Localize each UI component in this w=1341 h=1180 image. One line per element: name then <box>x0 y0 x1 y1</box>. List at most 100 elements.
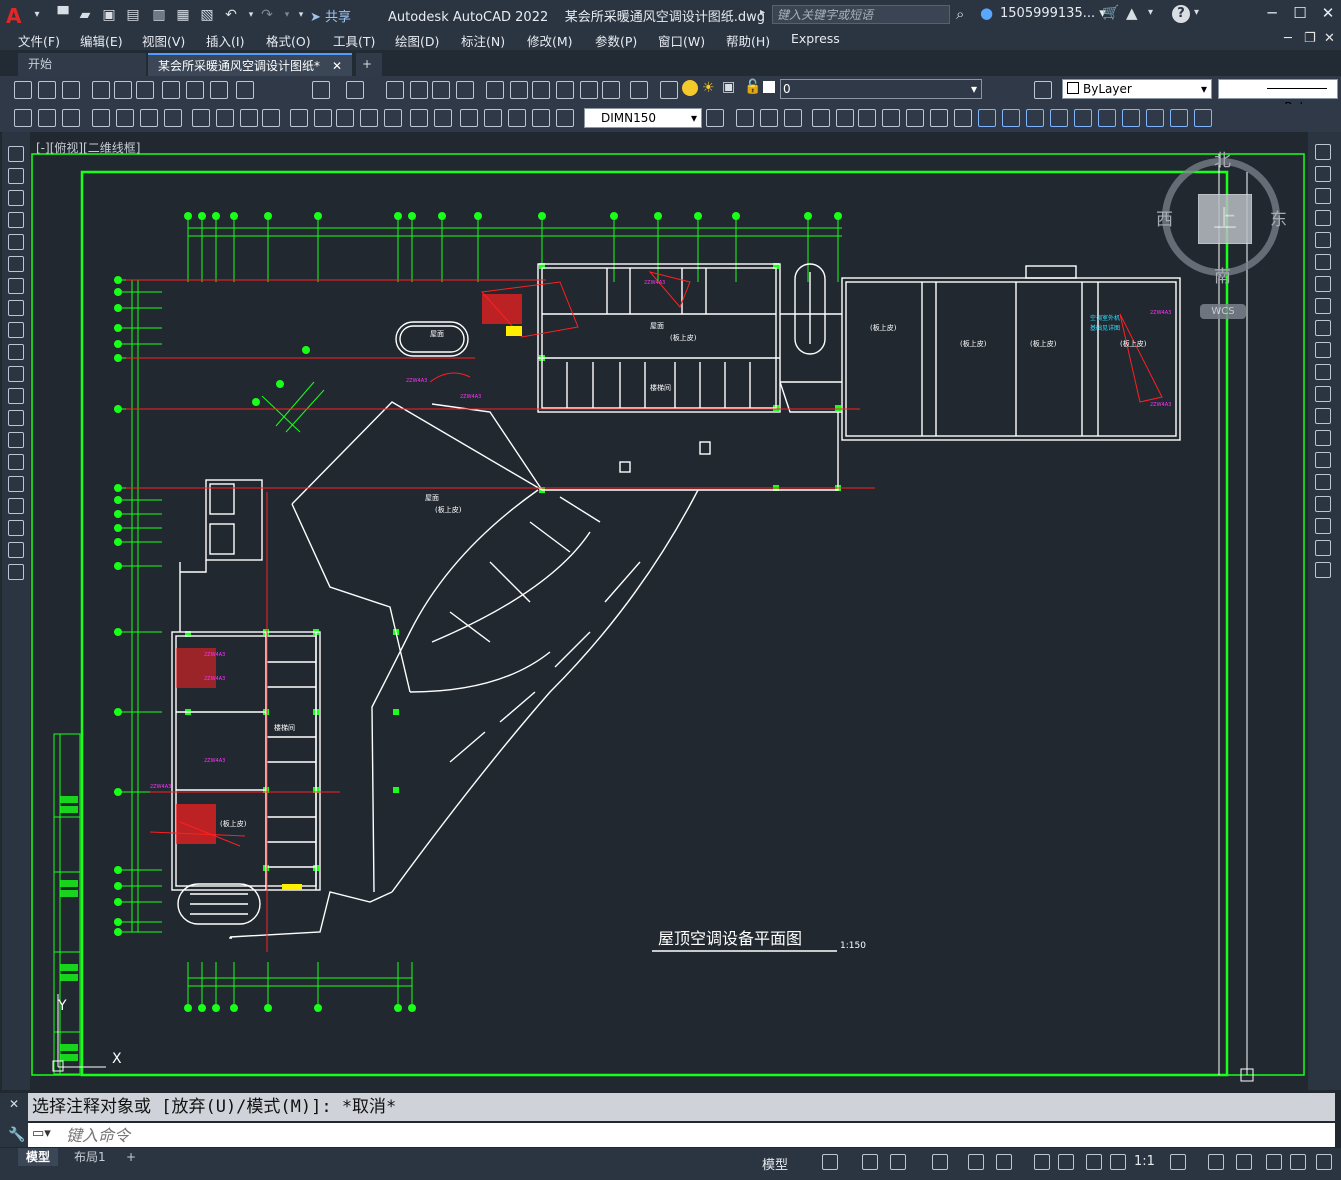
region-icon[interactable] <box>8 498 24 514</box>
array-icon[interactable] <box>736 109 754 127</box>
autodesk-app-dropdown-icon[interactable]: ▾ <box>1148 7 1153 18</box>
dim-jogged-icon[interactable] <box>140 109 158 127</box>
tab-model[interactable]: 模型 <box>18 1148 59 1166</box>
calculator-icon[interactable] <box>602 81 620 99</box>
viewcube-south[interactable]: 南 <box>1214 262 1231 287</box>
annotation-visibility-icon[interactable] <box>1110 1154 1126 1170</box>
open-file-icon[interactable]: ▰ <box>76 6 94 24</box>
menu-window[interactable]: 窗口(W) <box>658 31 705 50</box>
tab-layout1[interactable]: 布局1 <box>66 1148 114 1166</box>
menu-draw[interactable]: 绘图(D) <box>395 31 439 50</box>
offset-icon[interactable] <box>1315 210 1331 226</box>
mirror-icon[interactable] <box>556 109 574 127</box>
fillet-icon[interactable] <box>1315 474 1331 490</box>
lineweight-icon[interactable] <box>1058 1154 1074 1170</box>
dim-text-edit-icon[interactable] <box>460 109 478 127</box>
viewport-controls-label[interactable]: [-][俯视][二维线框] <box>36 139 140 156</box>
menu-view[interactable]: 视图(V) <box>142 31 185 50</box>
blend-curves-icon[interactable] <box>1315 496 1331 512</box>
cart-icon[interactable]: 🛒 <box>1102 5 1119 21</box>
command-input[interactable] <box>66 1123 1266 1147</box>
dim-ordinate-icon[interactable] <box>1194 109 1212 127</box>
menu-file[interactable]: 文件(F) <box>18 31 60 50</box>
app-menu-chevron-icon[interactable]: ▾ <box>28 6 46 24</box>
autocad-logo-icon[interactable]: A <box>6 4 28 28</box>
arc-icon[interactable] <box>8 256 24 272</box>
close-button[interactable]: ✕ <box>1316 4 1340 26</box>
make-block-icon[interactable] <box>8 410 24 426</box>
offset-icon[interactable] <box>706 109 724 127</box>
dim-ordinate-icon[interactable] <box>92 109 110 127</box>
scale-icon[interactable] <box>812 109 830 127</box>
revision-cloud-icon[interactable] <box>8 300 24 316</box>
dim-radius-icon[interactable] <box>116 109 134 127</box>
model-space-button[interactable]: 模型 <box>762 1154 788 1173</box>
tab-close-icon[interactable]: ✕ <box>332 55 342 77</box>
trim-icon[interactable] <box>1315 342 1331 358</box>
dim-diameter-icon[interactable] <box>164 109 182 127</box>
menu-parametric[interactable]: 参数(P) <box>595 31 637 50</box>
layer-lock-icon[interactable]: ▣ <box>722 79 735 95</box>
viewcube-east[interactable]: 东 <box>1270 205 1287 230</box>
dim-break-icon[interactable] <box>314 109 332 127</box>
group-icon[interactable] <box>1026 109 1044 127</box>
block-icon[interactable] <box>1074 109 1092 127</box>
redo-icon[interactable]: ↷ <box>258 6 276 24</box>
move-icon[interactable] <box>1315 254 1331 270</box>
properties-icon[interactable] <box>486 81 504 99</box>
help-icon[interactable] <box>630 81 648 99</box>
edit-polyline-icon[interactable] <box>1315 540 1331 556</box>
viewcube-top-face[interactable]: 上 <box>1198 194 1252 244</box>
add-selected-icon[interactable] <box>8 564 24 580</box>
lock-ui-icon[interactable] <box>1316 1154 1332 1170</box>
dimstyle-manager-icon[interactable] <box>508 109 526 127</box>
copy-icon[interactable] <box>532 109 550 127</box>
customize-qat-icon[interactable]: ▾ <box>292 6 310 24</box>
tab-start[interactable]: 开始 <box>18 53 146 76</box>
dimstyle-dropdown[interactable]: DIMN150 ▾ <box>584 108 702 128</box>
rotate-icon[interactable] <box>1315 276 1331 292</box>
table-icon[interactable] <box>8 520 24 536</box>
dim-angular-icon[interactable] <box>192 109 210 127</box>
viewcube-north[interactable]: 北 <box>1214 146 1231 171</box>
join-icon[interactable] <box>930 109 948 127</box>
menu-insert[interactable]: 插入(I) <box>206 31 244 50</box>
menu-help[interactable]: 帮助(H) <box>726 31 770 50</box>
command-customize-wrench-icon[interactable]: 🔧 <box>8 1127 25 1143</box>
units-icon[interactable] <box>1266 1154 1282 1170</box>
ellipse-icon[interactable] <box>8 344 24 360</box>
inspect-icon[interactable] <box>384 109 402 127</box>
menu-express[interactable]: Express <box>791 31 840 46</box>
tolerance-icon[interactable] <box>336 109 354 127</box>
doc-close-icon[interactable]: ✕ <box>1324 31 1335 46</box>
search-expand-icon[interactable]: ▸ <box>760 7 765 18</box>
open-icon[interactable] <box>38 81 56 99</box>
auto-scale-icon[interactable] <box>1170 1154 1186 1170</box>
text-icon[interactable] <box>8 542 24 558</box>
grid-display-icon[interactable] <box>822 1154 838 1170</box>
scale-icon[interactable] <box>1315 298 1331 314</box>
redo-icon[interactable] <box>346 81 364 99</box>
pan-icon[interactable] <box>386 81 404 99</box>
gradient-icon[interactable] <box>8 476 24 492</box>
chamfer-icon[interactable] <box>1315 452 1331 468</box>
undo-icon[interactable]: ↶ <box>222 6 240 24</box>
help-dropdown-icon[interactable]: ▾ <box>1194 7 1199 18</box>
dim-aligned-icon[interactable] <box>1146 109 1164 127</box>
match-properties-icon[interactable] <box>236 81 254 99</box>
publish-icon[interactable] <box>136 81 154 99</box>
array-icon[interactable] <box>1315 232 1331 248</box>
ellipse-arc-icon[interactable] <box>8 366 24 382</box>
dim-linear-icon[interactable] <box>1122 109 1140 127</box>
extend-icon[interactable] <box>882 109 900 127</box>
doc-minimize-icon[interactable]: ─ <box>1284 31 1292 46</box>
tab-add-layout[interactable]: + <box>118 1148 144 1166</box>
dim-continue-icon[interactable] <box>262 109 280 127</box>
autodesk-app-icon[interactable]: ▲ <box>1126 4 1138 22</box>
object-snap-tracking-icon[interactable] <box>996 1154 1012 1170</box>
line-icon[interactable] <box>8 146 24 162</box>
explode-icon[interactable] <box>1002 109 1020 127</box>
drawing-canvas[interactable]: 2ZW4A3 2ZW4A3 2ZW4A3 2ZW4A3 2ZW4A3 2ZW4A… <box>30 132 1307 1090</box>
object-snap-icon[interactable] <box>1034 1154 1050 1170</box>
layer-thaw-sun-icon[interactable]: ☀ <box>702 80 715 96</box>
